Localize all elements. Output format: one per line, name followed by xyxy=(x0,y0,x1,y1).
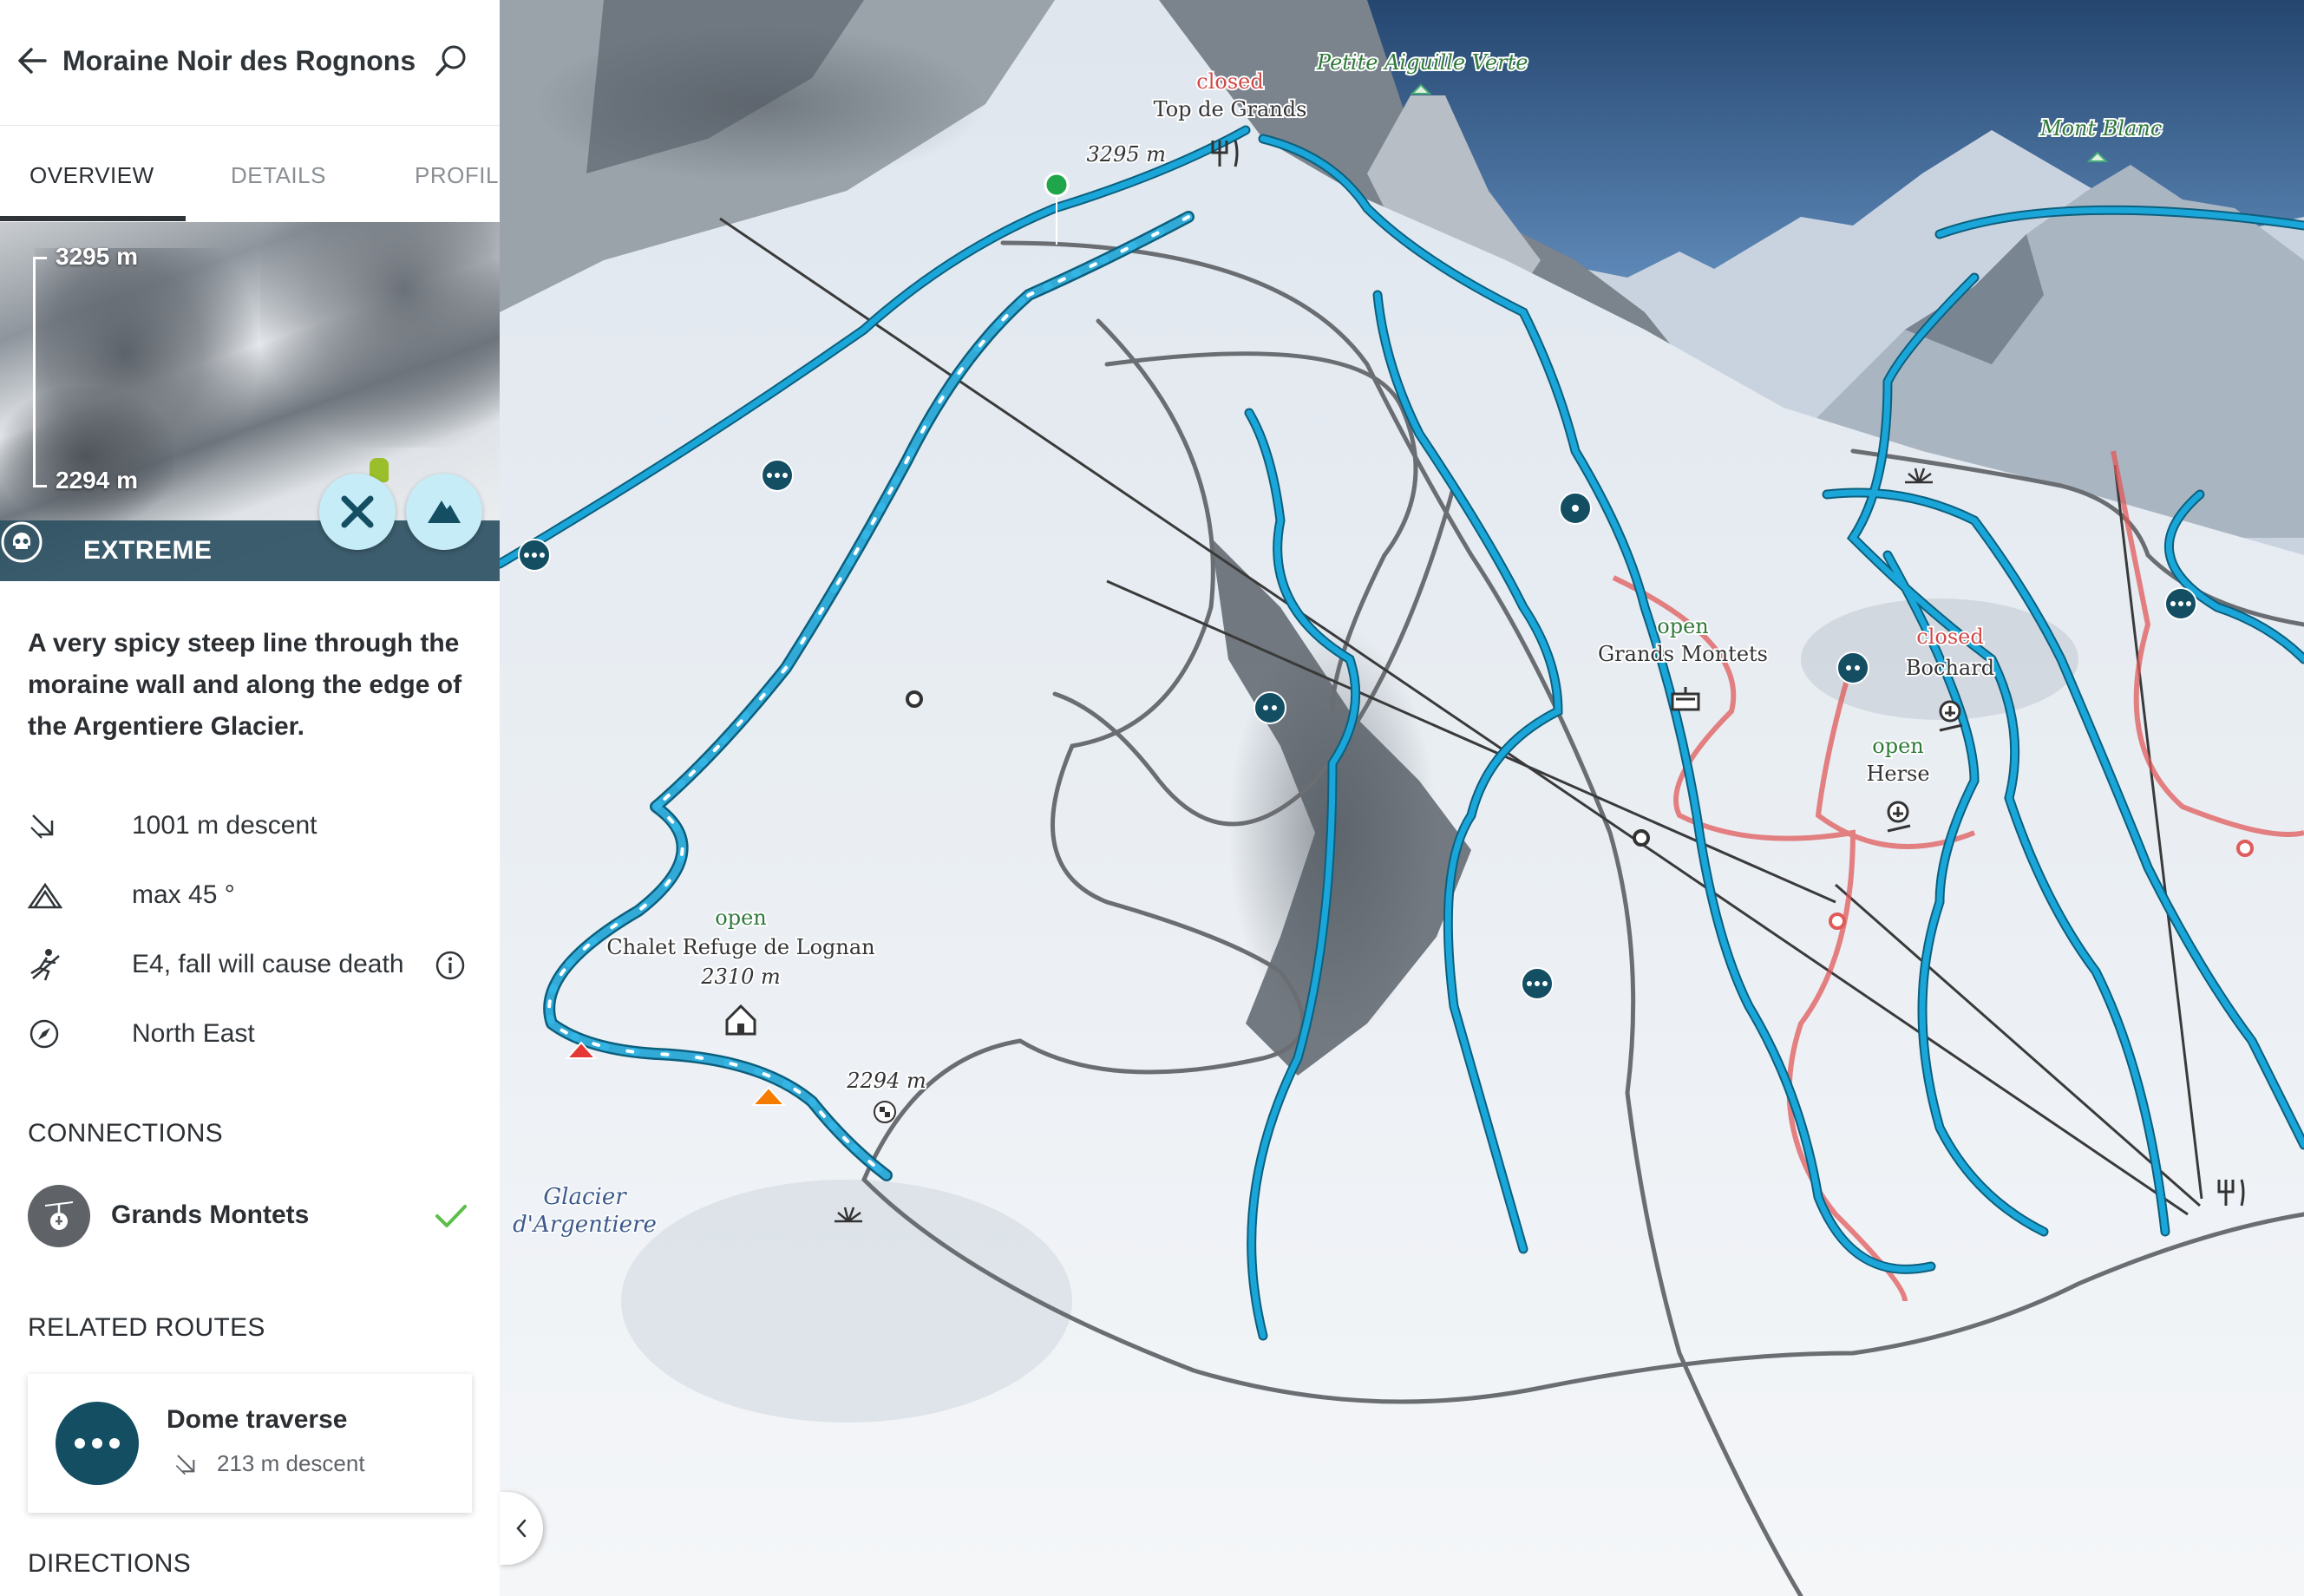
top-elevation: 3295 m xyxy=(56,243,138,270)
status-label: open xyxy=(715,906,766,930)
route-description: A very spicy steep line through the mora… xyxy=(28,629,462,741)
stat-exposure: E4, fall will cause death xyxy=(28,944,404,985)
stat-aspect: North East xyxy=(28,1013,255,1055)
place-label: Herse xyxy=(1866,762,1929,786)
route-title: Moraine Noir des Rognons xyxy=(62,45,416,76)
difficulty-label: EXTREME xyxy=(83,536,213,565)
search-button[interactable] xyxy=(429,40,472,83)
route-sidebar: Moraine Noir des Rognons OVERVIEW DETAIL… xyxy=(0,0,500,1596)
related-route-descent: 213 m descent xyxy=(217,1450,365,1476)
place-label: Chalet Refuge de Lognan xyxy=(606,935,874,959)
related-route-stat: 213 m descent xyxy=(173,1450,365,1477)
connection-name[interactable]: Grands Montets xyxy=(111,1200,309,1230)
stat-slope: max 45 ° xyxy=(28,874,235,916)
start-marker[interactable] xyxy=(1044,172,1070,198)
check-icon xyxy=(434,1199,468,1233)
glacier-label: Glacier xyxy=(543,1184,627,1210)
arrow-left-icon xyxy=(18,48,47,74)
terrain-map[interactable]: Petite Aiguille Verte Mont Blanc closed … xyxy=(500,0,2304,1596)
route-badge[interactable] xyxy=(518,539,551,572)
status-label: closed xyxy=(1916,625,1983,649)
peak-label: Mont Blanc xyxy=(2039,116,2162,141)
mountain-icon xyxy=(428,500,461,523)
chairlift-icon xyxy=(44,1201,74,1230)
connections-heading: CONNECTIONS xyxy=(28,1119,223,1148)
status-label: open xyxy=(1657,614,1708,638)
crossed-skis-icon xyxy=(341,495,374,528)
stat-descent: 1001 m descent xyxy=(28,805,317,847)
related-route-name: Dome traverse xyxy=(167,1405,348,1434)
route-badge[interactable] xyxy=(1521,967,1554,1000)
glacier-label: d'Argentiere xyxy=(513,1212,657,1238)
back-button[interactable] xyxy=(12,40,54,82)
ski-mode-button[interactable] xyxy=(319,474,396,550)
tab-profile[interactable]: PROFILE xyxy=(415,162,500,189)
terrain-mode-button[interactable] xyxy=(406,474,482,550)
descent-icon xyxy=(175,1454,195,1475)
directions-heading: DIRECTIONS xyxy=(28,1549,192,1578)
sidebar-header: Moraine Noir des Rognons xyxy=(0,0,500,125)
stat-exposure-text: E4, fall will cause death xyxy=(132,950,404,978)
bottom-elevation: 2294 m xyxy=(56,467,138,494)
elevation-label: 2294 m xyxy=(846,1069,926,1093)
route-badge[interactable] xyxy=(1253,691,1286,724)
route-badge[interactable] xyxy=(761,459,794,492)
route-badge[interactable] xyxy=(2164,587,2197,620)
stat-descent-text: 1001 m descent xyxy=(132,811,317,840)
peak-label: Petite Aiguille Verte xyxy=(1316,50,1528,75)
elevation-scale xyxy=(33,257,36,487)
related-routes-heading: RELATED ROUTES xyxy=(28,1313,265,1342)
fall-risk-icon xyxy=(28,944,83,985)
chevron-left-icon xyxy=(516,1519,527,1538)
status-label: open xyxy=(1872,734,1923,758)
elevation-label: 3295 m xyxy=(1087,142,1166,167)
place-label: Top de Grands xyxy=(1154,97,1307,121)
tab-bar: OVERVIEW DETAILS PROFILE xyxy=(0,125,500,222)
tab-overview[interactable]: OVERVIEW xyxy=(29,162,154,189)
connection-avatar[interactable] xyxy=(28,1185,90,1247)
route-badge[interactable] xyxy=(1836,651,1869,684)
tab-details[interactable]: DETAILS xyxy=(231,162,326,189)
more-dots-icon xyxy=(56,1402,139,1485)
descent-icon xyxy=(28,805,83,847)
slope-icon xyxy=(28,874,83,916)
related-route-card[interactable]: Dome traverse 213 m descent xyxy=(28,1374,472,1513)
stat-aspect-text: North East xyxy=(132,1019,255,1048)
active-tab-indicator xyxy=(0,216,186,221)
route-badge[interactable] xyxy=(1559,492,1592,525)
place-label: Grands Montets xyxy=(1598,642,1768,666)
compass-icon xyxy=(28,1013,83,1055)
place-label: Bochard xyxy=(1906,656,1994,680)
info-icon[interactable] xyxy=(434,949,467,982)
search-icon xyxy=(435,45,466,76)
stat-slope-text: max 45 ° xyxy=(132,880,235,909)
skull-icon xyxy=(0,520,43,568)
status-label: closed xyxy=(1196,69,1263,94)
elevation-label: 2310 m xyxy=(700,965,780,989)
